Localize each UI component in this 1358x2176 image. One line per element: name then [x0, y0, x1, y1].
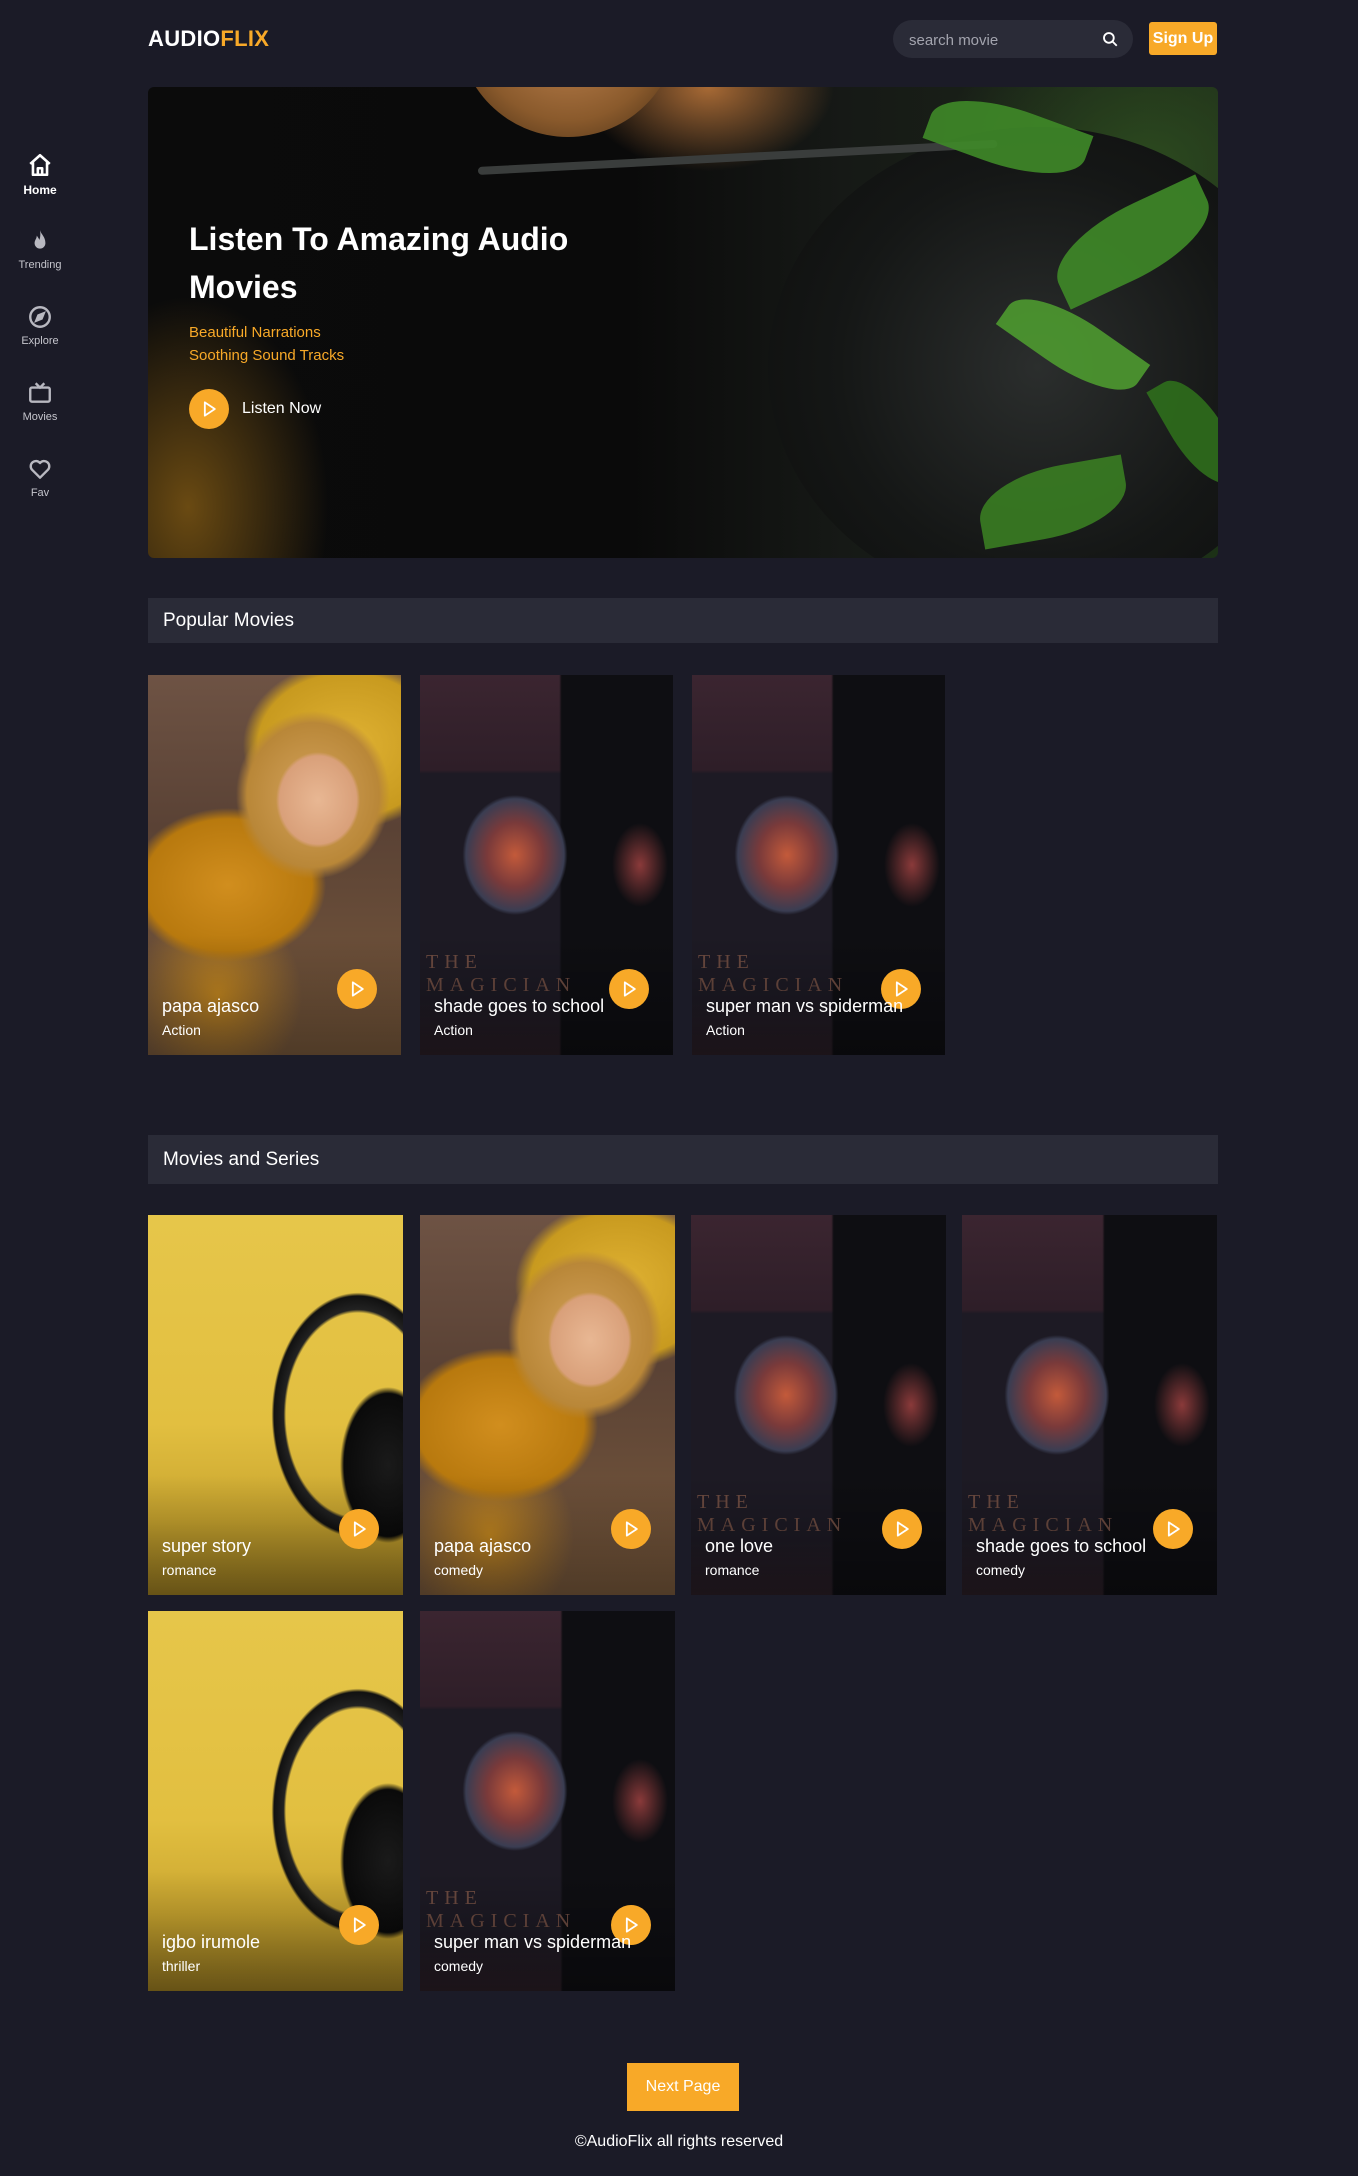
movie-title: super man vs spiderman [706, 996, 904, 1016]
play-button[interactable] [611, 1509, 651, 1549]
play-button[interactable] [339, 1905, 379, 1945]
play-icon [353, 1521, 366, 1537]
movie-title: igbo irumole [162, 1932, 261, 1952]
play-button[interactable] [339, 1509, 379, 1549]
movie-genre: Action [706, 1022, 745, 1038]
movie-genre: comedy [434, 1562, 484, 1578]
movie-card[interactable]: THE MAGICIANsuper man vs spidermanAction [692, 675, 945, 1055]
movie-genre: romance [705, 1562, 760, 1578]
movie-card[interactable]: super story romance [148, 1215, 403, 1595]
logo-audio: AUDIO [148, 26, 221, 51]
play-button[interactable] [337, 969, 377, 1009]
search-input[interactable] [907, 20, 1091, 60]
play-icon [1167, 1521, 1180, 1537]
movie-genre: romance [162, 1562, 217, 1578]
flame-icon [34, 230, 46, 249]
movie-title: super man vs spiderman [434, 1932, 632, 1952]
movie-genre: comedy [976, 1562, 1026, 1578]
listen-now-label: Listen Now [242, 400, 322, 417]
sidebar-item-trending[interactable]: Trending [0, 228, 80, 288]
play-button[interactable] [1153, 1509, 1193, 1549]
movie-card[interactable]: papa ajasco comedy [420, 1215, 675, 1595]
sidebar-item-explore[interactable]: Explore [0, 304, 80, 364]
movie-genre: comedy [434, 1958, 484, 1974]
movie-genre: Action [162, 1022, 201, 1038]
sidebar-item-label: Fav [30, 487, 50, 499]
movie-card[interactable]: igbo irumole thriller [148, 1611, 403, 1991]
hero-subtitle: Soothing Sound Tracks [189, 347, 345, 364]
home-icon [29, 153, 51, 177]
search-icon[interactable] [1101, 30, 1119, 48]
play-icon [896, 1521, 909, 1537]
tv-icon [29, 382, 51, 403]
movie-title: papa ajasco [162, 996, 260, 1016]
section-heading-series: Movies and Series [148, 1135, 1218, 1184]
play-button[interactable] [609, 969, 649, 1009]
play-icon [353, 1917, 366, 1933]
movie-title: super story [162, 1536, 252, 1556]
movie-card[interactable]: THE MAGICIANshade goes to schoolAction [420, 675, 673, 1055]
logo[interactable]: AUDIOFLIX [148, 26, 269, 52]
section-heading-popular: Popular Movies [148, 598, 1218, 643]
hero-banner: Listen To Amazing Audio Movies Beautiful… [148, 87, 1218, 558]
movie-genre: Action [434, 1022, 473, 1038]
sidebar-item-label: Home [23, 183, 57, 197]
play-icon [203, 401, 216, 417]
hero-subtitle: Beautiful Narrations [189, 324, 321, 341]
play-button[interactable] [882, 1509, 922, 1549]
logo-flix: FLIX [220, 26, 270, 51]
play-icon [351, 981, 364, 997]
movie-title: papa ajasco [434, 1536, 532, 1556]
play-icon [623, 981, 636, 997]
movie-title: shade goes to school [976, 1536, 1147, 1556]
sidebar-item-fav[interactable]: Fav [0, 456, 80, 516]
movie-card[interactable]: THE MAGICIANone loveromance [691, 1215, 946, 1595]
listen-now-button[interactable]: Listen Now [189, 389, 321, 429]
movie-title: one love [705, 1536, 774, 1556]
movie-card[interactable]: THE MAGICIANsuper man vs spidermancomedy [420, 1611, 675, 1991]
movie-genre: thriller [162, 1958, 201, 1974]
footer-copyright: ©AudioFlix all rights reserved [574, 2133, 784, 2150]
sidebar-item-movies[interactable]: Movies [0, 380, 80, 440]
play-icon [625, 1521, 638, 1537]
sidebar-item-label: Explore [21, 335, 59, 347]
record-image [458, 87, 678, 137]
sidebar-item-home[interactable]: Home [0, 152, 80, 212]
search-bar [893, 20, 1133, 60]
signup-button[interactable]: Sign Up [1149, 22, 1217, 55]
sidebar-item-label: Trending [18, 259, 62, 271]
compass-icon [29, 306, 51, 328]
movie-card[interactable]: THE MAGICIANshade goes to schoolcomedy [962, 1215, 1217, 1595]
sidebar-item-label: Movies [22, 411, 58, 423]
movie-card[interactable]: papa ajasco Action [148, 675, 401, 1055]
hero-title: Listen To Amazing Audio Movies [189, 221, 569, 305]
heart-icon [29, 459, 51, 479]
next-page-button[interactable]: Next Page [627, 2063, 739, 2111]
play-button[interactable] [189, 389, 229, 429]
movie-title: shade goes to school [434, 996, 605, 1016]
